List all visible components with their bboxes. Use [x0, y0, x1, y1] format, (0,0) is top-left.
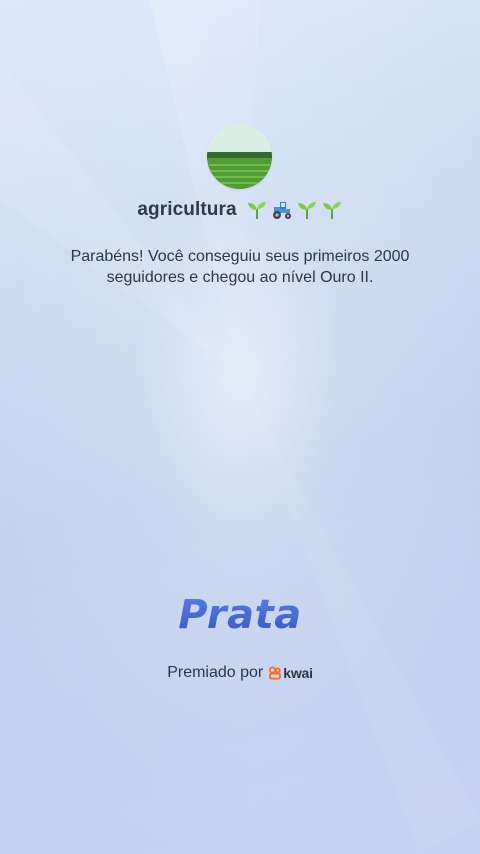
kwai-wordmark: kwai	[283, 665, 313, 681]
awarded-by-row: Premiado por kwai	[0, 664, 480, 682]
kwai-icon	[268, 666, 282, 680]
username-row: agricultura	[0, 199, 480, 221]
level-title: Prata	[0, 592, 480, 638]
congratulations-message: Parabéns! Você conseguiu seus primeiros …	[70, 248, 410, 286]
seedling-icon	[296, 199, 318, 221]
kwai-logo: kwai	[268, 665, 313, 681]
avatar[interactable]	[207, 124, 272, 189]
username: agricultura	[137, 199, 237, 220]
awarded-by-label: Premiado por	[167, 664, 264, 681]
seedling-icon	[246, 199, 268, 221]
seedling-icon	[321, 199, 343, 221]
reward-screen: agricultura Parabéns! Você conseguiu seu…	[0, 0, 480, 854]
tractor-icon	[271, 199, 293, 221]
